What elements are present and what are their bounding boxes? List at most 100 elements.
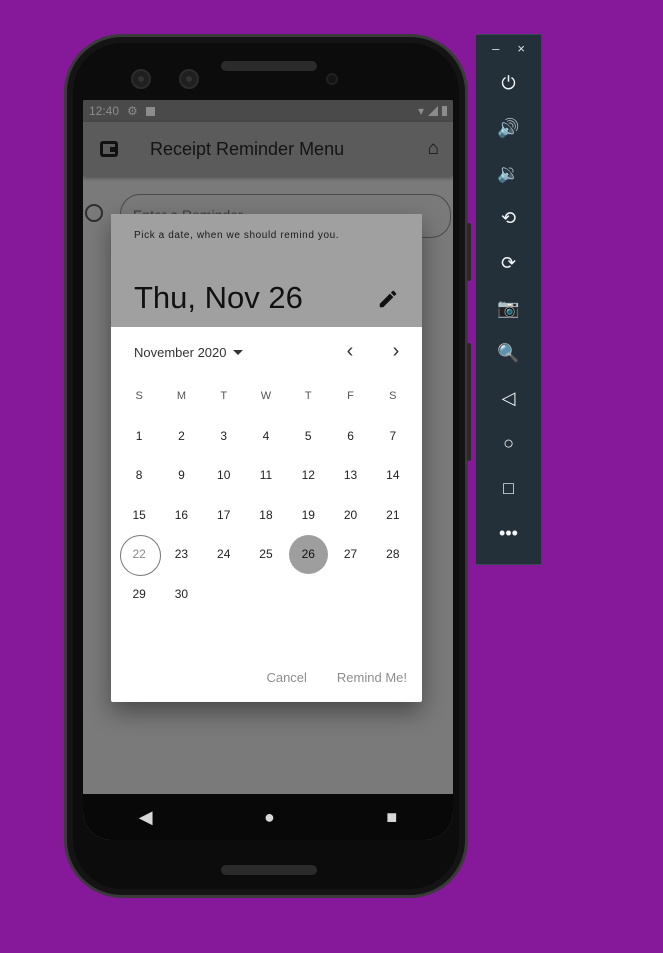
close-button[interactable]: × bbox=[517, 41, 525, 56]
weekday-label: S bbox=[135, 390, 143, 402]
calendar-day[interactable]: 16 bbox=[160, 496, 202, 536]
calendar-grid: S M T W T F S 1 2 3 4 5 6 7 8 9 10 11 12 13 14 15 16 17 18 19 20 21… bbox=[118, 377, 414, 614]
calendar-day-number: 17 bbox=[217, 507, 231, 522]
calendar-day[interactable]: 6 bbox=[329, 417, 371, 457]
rotate-left-icon[interactable]: ⟲ bbox=[476, 196, 541, 241]
cancel-button[interactable]: Cancel bbox=[266, 670, 306, 685]
emulator-toolbar: – × ⏻ 🔊 🔉 ⟲ ⟳ 📷 🔍 ◁ ○ □ ••• bbox=[475, 34, 542, 565]
weekday-label: M bbox=[176, 390, 186, 402]
nav-back-icon[interactable]: ◀ bbox=[139, 807, 153, 828]
calendar-day-number: 23 bbox=[174, 547, 189, 561]
calendar-day-number: 11 bbox=[259, 468, 273, 482]
calendar-day[interactable]: 11 bbox=[245, 456, 287, 496]
calendar-day[interactable]: 17 bbox=[203, 496, 245, 536]
more-icon[interactable]: ••• bbox=[476, 511, 541, 556]
home-icon[interactable]: ○ bbox=[476, 421, 541, 466]
calendar-day-number: 8 bbox=[135, 468, 143, 482]
app-bar: Receipt Reminder Menu ⌂ bbox=[83, 122, 453, 176]
calendar-day[interactable]: 18 bbox=[245, 496, 287, 536]
calendar-day[interactable]: 24 bbox=[203, 535, 245, 575]
calendar-day[interactable]: 19 bbox=[287, 496, 329, 536]
calendar-week-row: 29 30 bbox=[118, 575, 414, 615]
nav-home-icon[interactable]: ● bbox=[264, 807, 275, 828]
volume-up-icon[interactable]: 🔊 bbox=[476, 106, 541, 151]
calendar-day[interactable]: 2 bbox=[160, 417, 202, 457]
calendar-day[interactable]: 29 bbox=[118, 575, 160, 615]
calendar-day-number: 3 bbox=[220, 428, 228, 443]
calendar-day-number: 15 bbox=[132, 507, 146, 522]
calendar-day-number: 20 bbox=[343, 507, 358, 522]
calendar-day[interactable]: 21 bbox=[372, 496, 414, 536]
calendar-day[interactable]: 10 bbox=[203, 456, 245, 496]
home-icon[interactable]: ⌂ bbox=[428, 138, 439, 160]
weekday-label: T bbox=[220, 390, 228, 402]
sensor bbox=[326, 73, 338, 85]
month-selector-row: November 2020 ‹ › bbox=[111, 327, 422, 377]
previous-month-icon[interactable]: ‹ bbox=[338, 340, 362, 363]
dropdown-arrow-icon[interactable] bbox=[232, 349, 243, 355]
calendar-day[interactable]: 13 bbox=[329, 456, 371, 496]
zoom-icon[interactable]: 🔍 bbox=[476, 331, 541, 376]
dialog-actions: Cancel Remind Me! bbox=[266, 670, 407, 685]
settings-icon: ⚙ bbox=[127, 104, 138, 118]
power-key[interactable] bbox=[467, 223, 471, 281]
calendar-day[interactable]: 15 bbox=[118, 496, 160, 536]
calendar-day[interactable]: 22 bbox=[118, 535, 161, 576]
volume-down-icon[interactable]: 🔉 bbox=[476, 151, 541, 196]
system-nav-bar: ◀ ● ■ bbox=[83, 794, 453, 840]
calendar-day[interactable]: 23 bbox=[160, 535, 202, 575]
calendar-day[interactable]: 27 bbox=[329, 535, 371, 575]
power-icon[interactable]: ⏻ bbox=[476, 61, 541, 106]
back-icon[interactable]: ◁ bbox=[476, 376, 541, 421]
minimize-button[interactable]: – bbox=[492, 41, 499, 56]
calendar-day[interactable]: 12 bbox=[287, 456, 329, 496]
calendar-day-number: 19 bbox=[301, 507, 315, 522]
calendar-day-number: 27 bbox=[343, 547, 358, 561]
next-month-icon[interactable]: › bbox=[384, 340, 408, 363]
wallet-icon bbox=[100, 141, 118, 157]
calendar-day[interactable]: 9 bbox=[160, 456, 202, 496]
camera-icon[interactable]: 📷 bbox=[476, 286, 541, 331]
edit-pencil-icon[interactable] bbox=[377, 288, 399, 310]
rotate-right-icon[interactable]: ⟳ bbox=[476, 241, 541, 286]
calendar-day-number: 14 bbox=[386, 468, 400, 482]
calendar-day[interactable]: 5 bbox=[287, 417, 329, 457]
calendar-day[interactable]: 30 bbox=[160, 575, 202, 615]
app-title: Receipt Reminder Menu bbox=[150, 138, 345, 159]
weekday-label: F bbox=[347, 390, 354, 402]
nav-overview-icon[interactable]: ■ bbox=[386, 807, 397, 828]
calendar-empty-cell bbox=[245, 575, 287, 615]
volume-rocker[interactable] bbox=[467, 343, 471, 461]
date-picker-header: Pick a date, when we should remind you. … bbox=[111, 214, 422, 327]
signal-icon bbox=[428, 106, 438, 116]
calendar-day-number: 18 bbox=[259, 507, 273, 522]
calendar-day-number: 1 bbox=[135, 428, 143, 443]
month-year-dropdown[interactable]: November 2020 bbox=[134, 345, 227, 360]
calendar-day[interactable]: 14 bbox=[372, 456, 414, 496]
calendar-day[interactable]: 25 bbox=[245, 535, 287, 575]
calendar-day[interactable]: 28 bbox=[372, 535, 414, 575]
calendar-day[interactable]: 26 bbox=[287, 535, 329, 575]
alarm-clock-icon bbox=[85, 204, 103, 222]
calendar-day-number: 9 bbox=[178, 468, 185, 482]
remind-me-button[interactable]: Remind Me! bbox=[337, 670, 407, 685]
calendar-day-number: 10 bbox=[217, 468, 231, 482]
calendar-day-number: 24 bbox=[217, 547, 231, 561]
calendar-empty-cell bbox=[372, 575, 414, 615]
calendar-day-number: 4 bbox=[262, 428, 270, 443]
calendar-week-row: 15 16 17 18 19 20 21 bbox=[118, 496, 414, 536]
calendar-day-number: 16 bbox=[174, 507, 189, 522]
calendar-empty-cell bbox=[329, 575, 371, 615]
calendar-day[interactable]: 4 bbox=[245, 417, 287, 457]
calendar-day[interactable]: 1 bbox=[118, 417, 160, 457]
calendar-day[interactable]: 20 bbox=[329, 496, 371, 536]
weekday-label: S bbox=[389, 390, 397, 402]
calendar-day[interactable]: 3 bbox=[203, 417, 245, 457]
status-time: 12:40 bbox=[89, 104, 120, 118]
date-picker-dialog: Pick a date, when we should remind you. … bbox=[111, 214, 422, 702]
calendar-day[interactable]: 8 bbox=[118, 456, 160, 496]
front-camera-icon bbox=[131, 69, 151, 89]
calendar-day[interactable]: 7 bbox=[372, 417, 414, 457]
overview-icon[interactable]: □ bbox=[476, 466, 541, 511]
sd-card-icon bbox=[145, 106, 155, 116]
